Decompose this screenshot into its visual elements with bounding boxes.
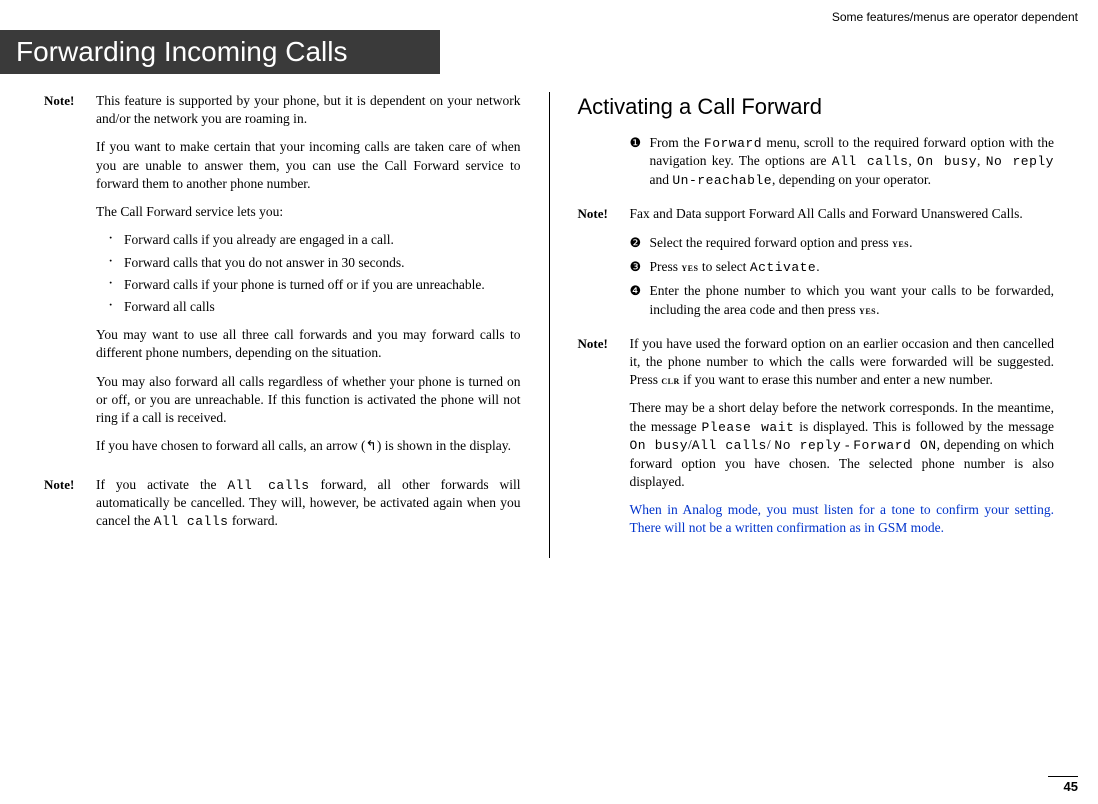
forward-arrow-icon: ↰ xyxy=(366,438,377,453)
body-text: You may also forward all calls regardles… xyxy=(96,373,521,428)
yes-key: yes xyxy=(681,260,698,274)
analog-mode-note: When in Analog mode, you must listen for… xyxy=(630,501,1055,537)
step-text: Select the required forward option and p… xyxy=(650,234,1055,252)
step-text: Enter the phone number to which you want… xyxy=(650,282,1055,318)
note-block-1: Note! This feature is supported by your … xyxy=(44,92,521,466)
body-text: There may be a short delay before the ne… xyxy=(630,399,1055,491)
body-text: You may want to use all three call forwa… xyxy=(96,326,521,362)
note-label: Note! xyxy=(578,335,630,548)
list-item: Forward calls if you already are engaged… xyxy=(108,231,521,249)
step-group: ❶ From the Forward menu, scroll to the r… xyxy=(578,134,1055,196)
note-label: Note! xyxy=(44,476,96,541)
body-text: If you have chosen to forward all calls,… xyxy=(96,437,521,455)
body-text: If you activate the All calls forward, a… xyxy=(96,476,521,531)
list-item: Forward calls if your phone is turned of… xyxy=(108,276,521,294)
step-text: From the Forward menu, scroll to the req… xyxy=(650,134,1055,190)
bullet-list: Forward calls if you already are engaged… xyxy=(96,231,521,316)
section-heading: Activating a Call Forward xyxy=(578,92,1055,122)
content-columns: Note! This feature is supported by your … xyxy=(0,74,1098,558)
body-text: Fax and Data support Forward All Calls a… xyxy=(630,205,1055,223)
step-number-icon: ❸ xyxy=(630,258,650,277)
body-text: The Call Forward service lets you: xyxy=(96,203,521,221)
clr-key: clr xyxy=(661,373,679,387)
operator-dependent-note: Some features/menus are operator depende… xyxy=(0,0,1098,24)
note-block-4: Note! If you have used the forward optio… xyxy=(578,335,1055,548)
note-label: Note! xyxy=(44,92,96,466)
list-item: Forward calls that you do not answer in … xyxy=(108,254,521,272)
step-number-icon: ❹ xyxy=(630,282,650,318)
step-text: Press yes to select Activate. xyxy=(650,258,1055,277)
list-item: Forward all calls xyxy=(108,298,521,316)
column-divider xyxy=(549,92,550,558)
yes-key: yes xyxy=(859,303,876,317)
body-text: If you want to make certain that your in… xyxy=(96,138,521,193)
right-column: Activating a Call Forward ❶ From the For… xyxy=(554,92,1079,558)
page-number: 45 xyxy=(1048,776,1078,794)
body-text: This feature is supported by your phone,… xyxy=(96,92,521,128)
body-text: If you have used the forward option on a… xyxy=(630,335,1055,390)
note-label: Note! xyxy=(578,205,630,324)
yes-key: yes xyxy=(892,236,909,250)
page-title: Forwarding Incoming Calls xyxy=(0,30,440,74)
lcd-text: All calls xyxy=(227,478,309,493)
note-block-2: Note! If you activate the All calls forw… xyxy=(44,476,521,541)
left-column: Note! This feature is supported by your … xyxy=(20,92,545,558)
step-number-icon: ❷ xyxy=(630,234,650,252)
step-number-icon: ❶ xyxy=(630,134,650,190)
lcd-text: All calls xyxy=(154,514,229,529)
note-block-3: Note! Fax and Data support Forward All C… xyxy=(578,205,1055,324)
